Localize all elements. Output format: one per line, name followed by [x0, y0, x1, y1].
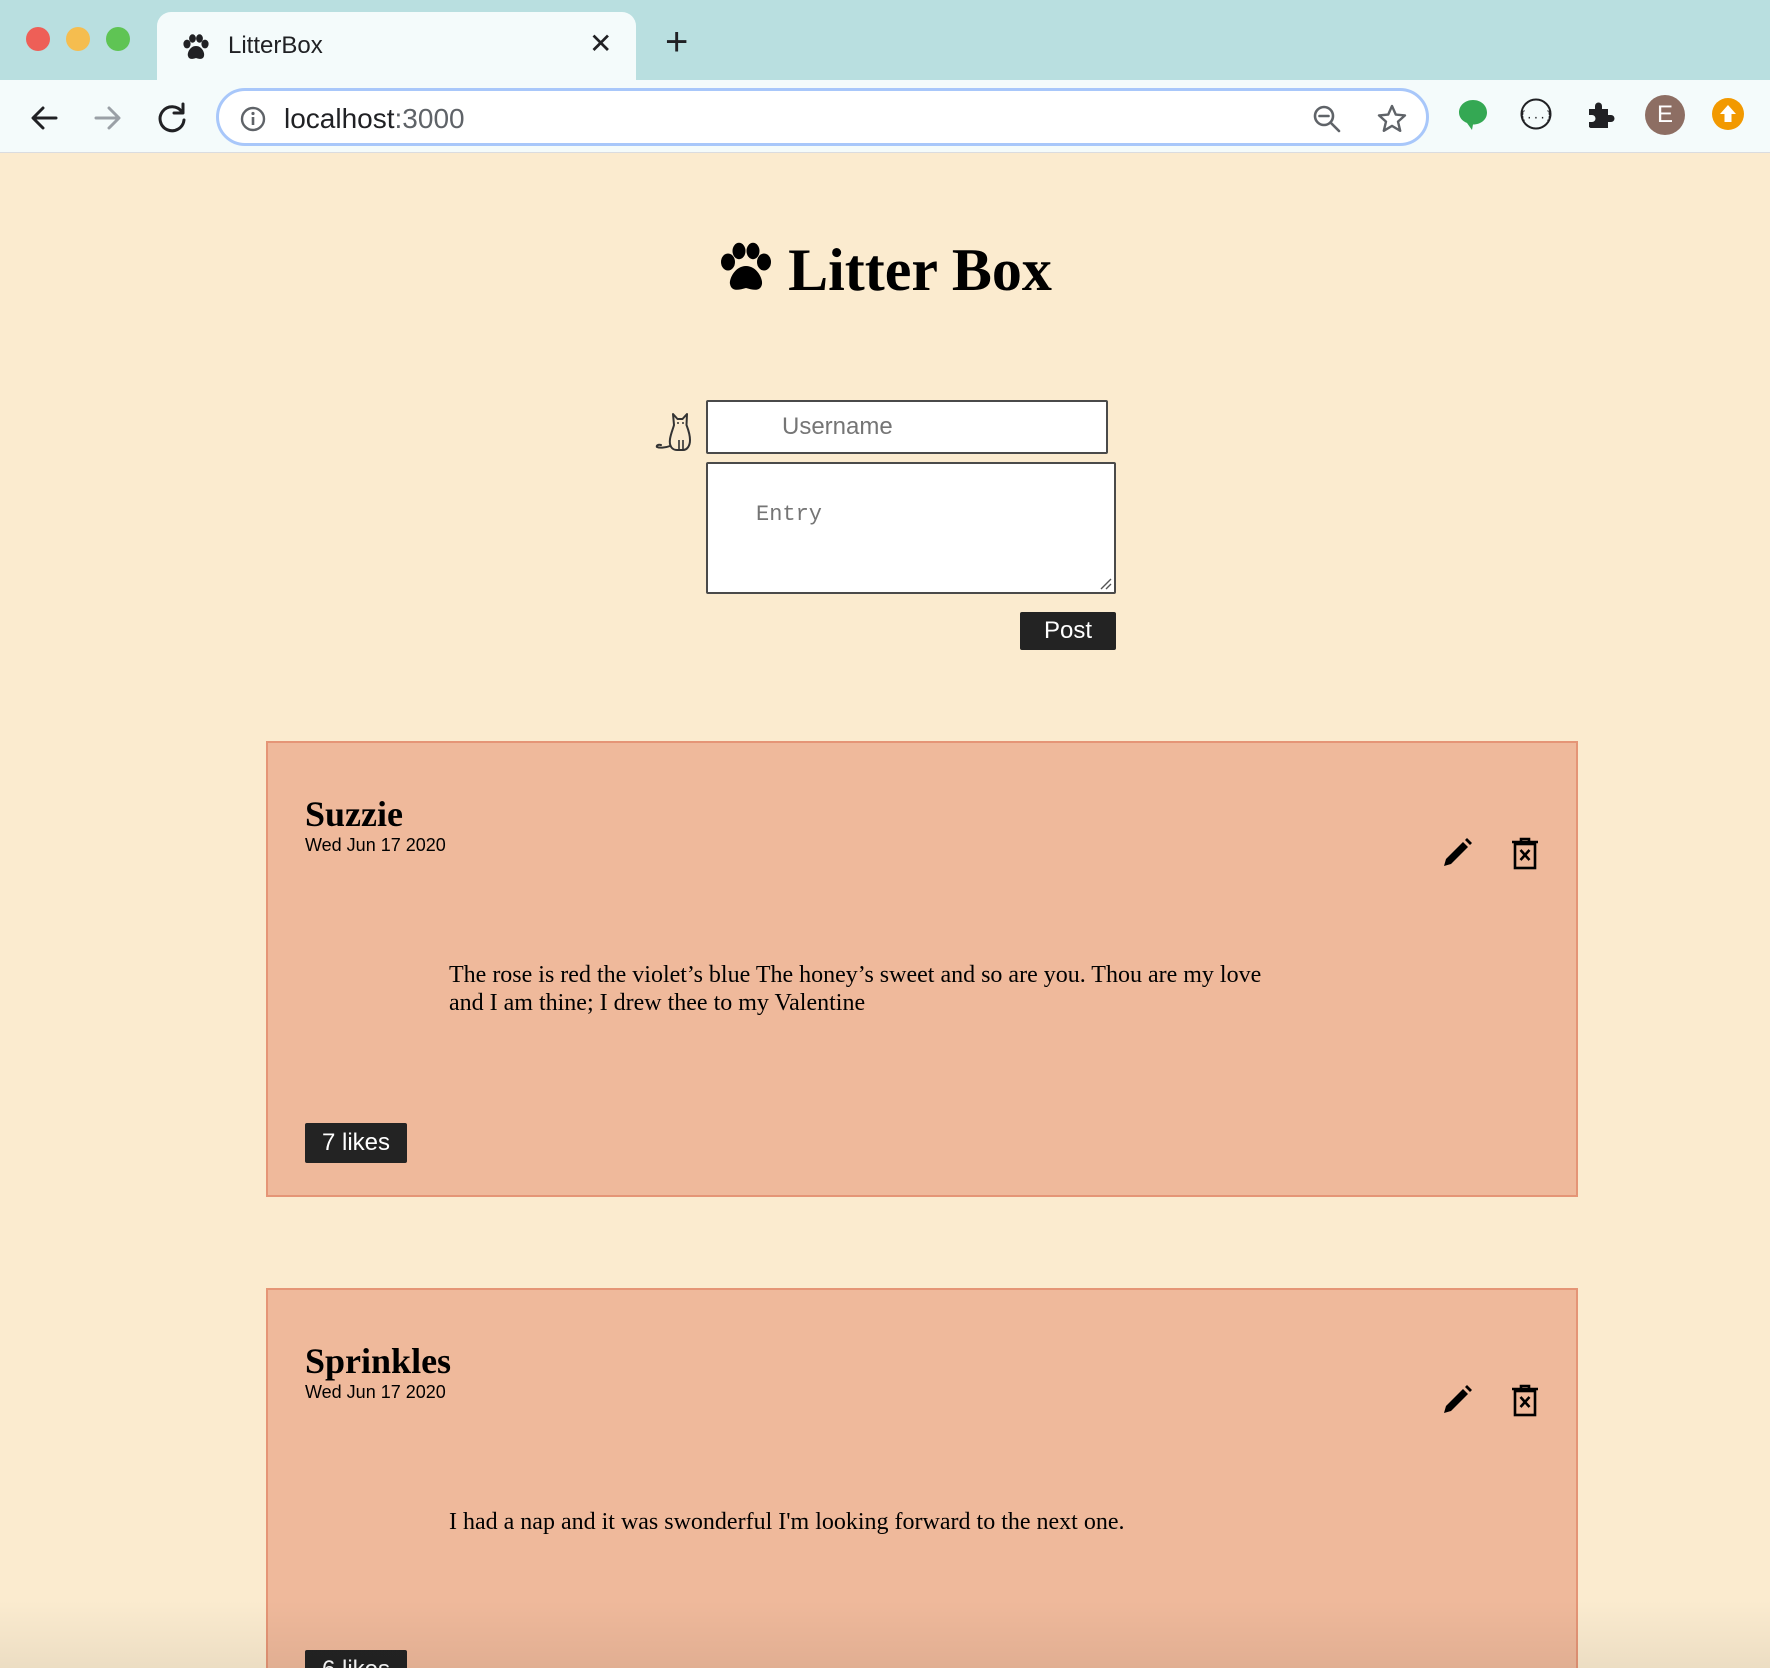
url-text: localhost:3000	[284, 103, 465, 135]
window-minimize-button[interactable]	[66, 27, 90, 51]
browser-tab-strip: LitterBox ✕ +	[0, 0, 1770, 80]
reload-icon[interactable]	[154, 100, 190, 136]
page-title: Litter Box	[0, 236, 1770, 305]
post-date: Wed Jun 17 2020	[305, 1382, 446, 1402]
post-body: I had a nap and it was swonderful I'm lo…	[449, 1509, 1125, 1535]
likes-button[interactable]: 6 likes	[305, 1650, 407, 1668]
post-author: Suzzie	[305, 794, 403, 834]
post-body: The rose is red the violet’s blue The ho…	[449, 962, 1262, 1016]
trash-delete-icon[interactable]	[1509, 1383, 1541, 1417]
paw-icon	[721, 242, 772, 290]
resize-handle-icon[interactable]	[1097, 575, 1113, 591]
url-host: localhost	[284, 103, 395, 134]
page-title-text: Litter Box	[788, 237, 1052, 303]
url-port: :3000	[394, 103, 465, 134]
address-bar[interactable]: localhost:3000	[216, 88, 1429, 146]
close-icon[interactable]: ✕	[589, 30, 612, 58]
entry-textarea[interactable]	[706, 462, 1116, 594]
pencil-edit-icon[interactable]	[1440, 1383, 1474, 1417]
window-maximize-button[interactable]	[106, 27, 130, 51]
cat-icon	[655, 413, 691, 451]
post-date: Wed Jun 17 2020	[305, 835, 446, 855]
pencil-edit-icon[interactable]	[1440, 836, 1474, 870]
forward-arrow-icon[interactable]	[90, 100, 126, 136]
json-extension-icon[interactable]: {...}	[1519, 97, 1553, 131]
browser-toolbar: localhost:3000 {...} E	[0, 80, 1770, 153]
new-tab-button[interactable]: +	[665, 22, 688, 62]
back-arrow-icon[interactable]	[26, 100, 62, 136]
zoom-out-icon[interactable]	[1311, 103, 1343, 135]
username-input[interactable]	[706, 400, 1108, 454]
window-close-button[interactable]	[26, 27, 50, 51]
info-icon[interactable]	[239, 105, 267, 133]
tab-title: LitterBox	[228, 32, 323, 59]
paw-icon	[183, 34, 209, 59]
bookmark-star-icon[interactable]	[1376, 103, 1408, 135]
post-card: Sprinkles Wed Jun 17 2020 I had a nap an…	[266, 1288, 1578, 1668]
chat-extension-icon[interactable]	[1456, 97, 1490, 131]
update-icon[interactable]	[1711, 97, 1745, 131]
likes-button[interactable]: 7 likes	[305, 1123, 407, 1163]
post-button[interactable]: Post	[1020, 612, 1116, 650]
profile-avatar[interactable]: E	[1645, 95, 1685, 135]
post-card: Suzzie Wed Jun 17 2020 The rose is red t…	[266, 741, 1578, 1197]
svg-text:{...}: {...}	[1519, 109, 1552, 122]
browser-tab[interactable]: LitterBox ✕	[157, 12, 636, 80]
trash-delete-icon[interactable]	[1509, 836, 1541, 870]
post-author: Sprinkles	[305, 1341, 452, 1381]
extensions-puzzle-icon[interactable]	[1583, 97, 1617, 131]
